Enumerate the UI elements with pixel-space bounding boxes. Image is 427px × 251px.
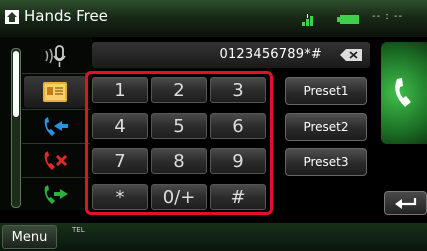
divider bbox=[22, 143, 90, 144]
missed-calls-icon bbox=[44, 151, 68, 170]
keypad-key[interactable]: 6 bbox=[210, 113, 266, 139]
return-button[interactable] bbox=[384, 191, 427, 215]
keypad-key[interactable]: 3 bbox=[210, 77, 266, 103]
call-button[interactable] bbox=[381, 42, 427, 144]
keypad-key[interactable]: * bbox=[92, 184, 148, 210]
voice-recognition-icon bbox=[45, 45, 66, 67]
bottom-bar: Menu TEL bbox=[0, 223, 427, 251]
phonebook-button[interactable] bbox=[24, 76, 86, 108]
signal-icon bbox=[302, 14, 313, 26]
divider bbox=[22, 73, 90, 74]
dialed-number: 0123456789*# bbox=[219, 47, 322, 62]
preset3-button[interactable]: Preset3 bbox=[285, 148, 367, 176]
preset2-button[interactable]: Preset2 bbox=[285, 113, 367, 141]
keypad-key[interactable]: 7 bbox=[92, 148, 148, 174]
missed-calls-button[interactable] bbox=[24, 145, 86, 177]
keypad-key[interactable]: # bbox=[210, 184, 266, 210]
incoming-calls-button[interactable] bbox=[24, 111, 86, 143]
scrollbar[interactable] bbox=[11, 48, 21, 208]
outgoing-calls-button[interactable] bbox=[24, 179, 86, 211]
source-label: TEL bbox=[72, 226, 85, 234]
incoming-calls-icon bbox=[44, 117, 68, 136]
return-icon bbox=[394, 198, 416, 209]
outgoing-calls-icon bbox=[44, 185, 68, 204]
keypad-key[interactable]: 2 bbox=[151, 77, 207, 103]
status-text: -- : -- bbox=[372, 11, 404, 22]
backspace-icon[interactable] bbox=[340, 49, 362, 61]
menu-button[interactable]: Menu bbox=[2, 225, 57, 249]
number-display: 0123456789*# bbox=[92, 42, 370, 68]
house-icon[interactable] bbox=[4, 9, 20, 25]
keypad-key[interactable]: 5 bbox=[151, 113, 207, 139]
preset1-button[interactable]: Preset1 bbox=[285, 77, 367, 105]
divider bbox=[22, 177, 90, 178]
keypad-key[interactable]: 4 bbox=[92, 113, 148, 139]
top-bar: Hands Free -- : -- bbox=[0, 0, 427, 37]
divider bbox=[22, 109, 90, 110]
call-icon bbox=[395, 78, 411, 107]
scrollbar-thumb[interactable] bbox=[13, 51, 19, 117]
voice-recognition-button[interactable] bbox=[24, 40, 86, 72]
battery-icon bbox=[337, 15, 359, 24]
keypad-key[interactable]: 8 bbox=[151, 148, 207, 174]
keypad-key[interactable]: 9 bbox=[210, 148, 266, 174]
phonebook-icon bbox=[43, 82, 67, 102]
keypad-key[interactable]: 0/+ bbox=[151, 184, 207, 210]
keypad-key[interactable]: 1 bbox=[92, 77, 148, 103]
page-title: Hands Free bbox=[24, 7, 108, 25]
